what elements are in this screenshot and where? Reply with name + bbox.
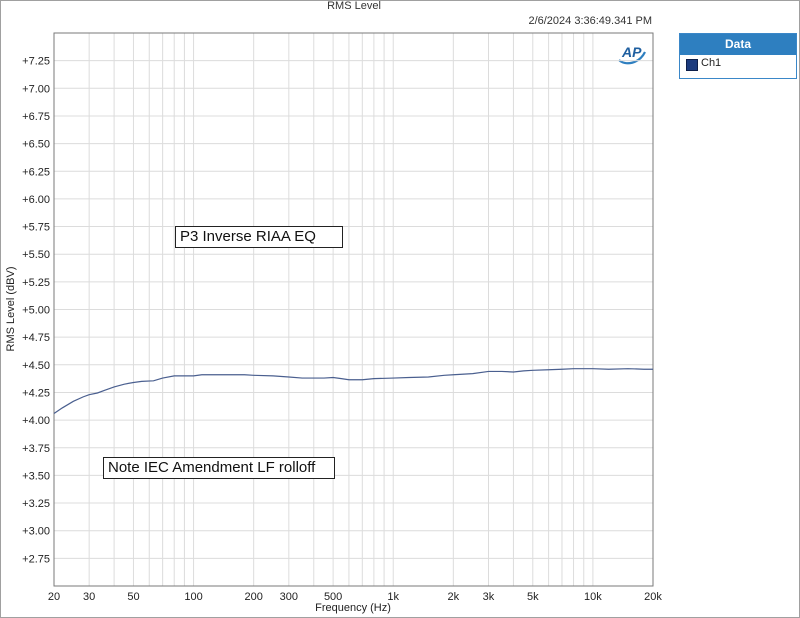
y-tick-label: +4.50 (22, 360, 50, 372)
y-axis-ticks: +7.25 +7.00 +6.75 +6.50 +6.25 +6.00 +5.75 +5.50… (22, 56, 50, 566)
x-tick-label: 50 (127, 591, 139, 603)
x-tick-label: 10k (584, 591, 602, 603)
y-tick-label: +5.25 (22, 277, 50, 289)
x-tick-label: 30 (83, 591, 95, 603)
series-layer (53, 368, 653, 414)
y-tick-label: +3.75 (22, 443, 50, 455)
y-tick-label: +5.00 (22, 305, 50, 317)
x-tick-label: 2k (448, 591, 460, 603)
grid (53, 33, 654, 586)
y-tick-label: +6.50 (22, 139, 50, 151)
x-axis-label: Frequency (Hz) (315, 602, 391, 614)
y-tick-label: +4.25 (22, 387, 50, 399)
annotation-label[interactable]: P3 Inverse RIAA EQ (175, 226, 343, 248)
x-tick-label: 100 (184, 591, 202, 603)
y-tick-label: +3.25 (22, 498, 50, 510)
y-tick-label: +7.25 (22, 56, 50, 68)
x-tick-label: 3k (483, 591, 495, 603)
annotation-label[interactable]: Note IEC Amendment LF rolloff (103, 457, 335, 479)
x-tick-label: 200 (244, 591, 262, 603)
y-tick-label: +2.75 (22, 553, 50, 565)
y-tick-label: +4.75 (22, 332, 50, 344)
y-tick-label: +3.50 (22, 470, 50, 482)
y-tick-label: +6.75 (22, 111, 50, 123)
y-axis-label: RMS Level (dBV) (5, 267, 17, 352)
y-tick-label: +3.00 (22, 526, 50, 538)
series-line-ch1 (53, 368, 653, 414)
y-tick-label: +7.00 (22, 83, 50, 95)
y-tick-label: +6.00 (22, 194, 50, 206)
y-tick-label: +6.25 (22, 166, 50, 178)
x-tick-label: 300 (280, 591, 298, 603)
y-tick-label: +4.00 (22, 415, 50, 427)
x-tick-label: 20 (48, 591, 60, 603)
x-tick-label: 5k (527, 591, 539, 603)
y-tick-label: +5.50 (22, 249, 50, 261)
plot-area[interactable]: +7.25 +7.00 +6.75 +6.50 +6.25 +6.00 +5.75 +5.50… (0, 0, 800, 618)
y-tick-label: +5.75 (22, 222, 50, 234)
x-tick-label: 20k (644, 591, 662, 603)
